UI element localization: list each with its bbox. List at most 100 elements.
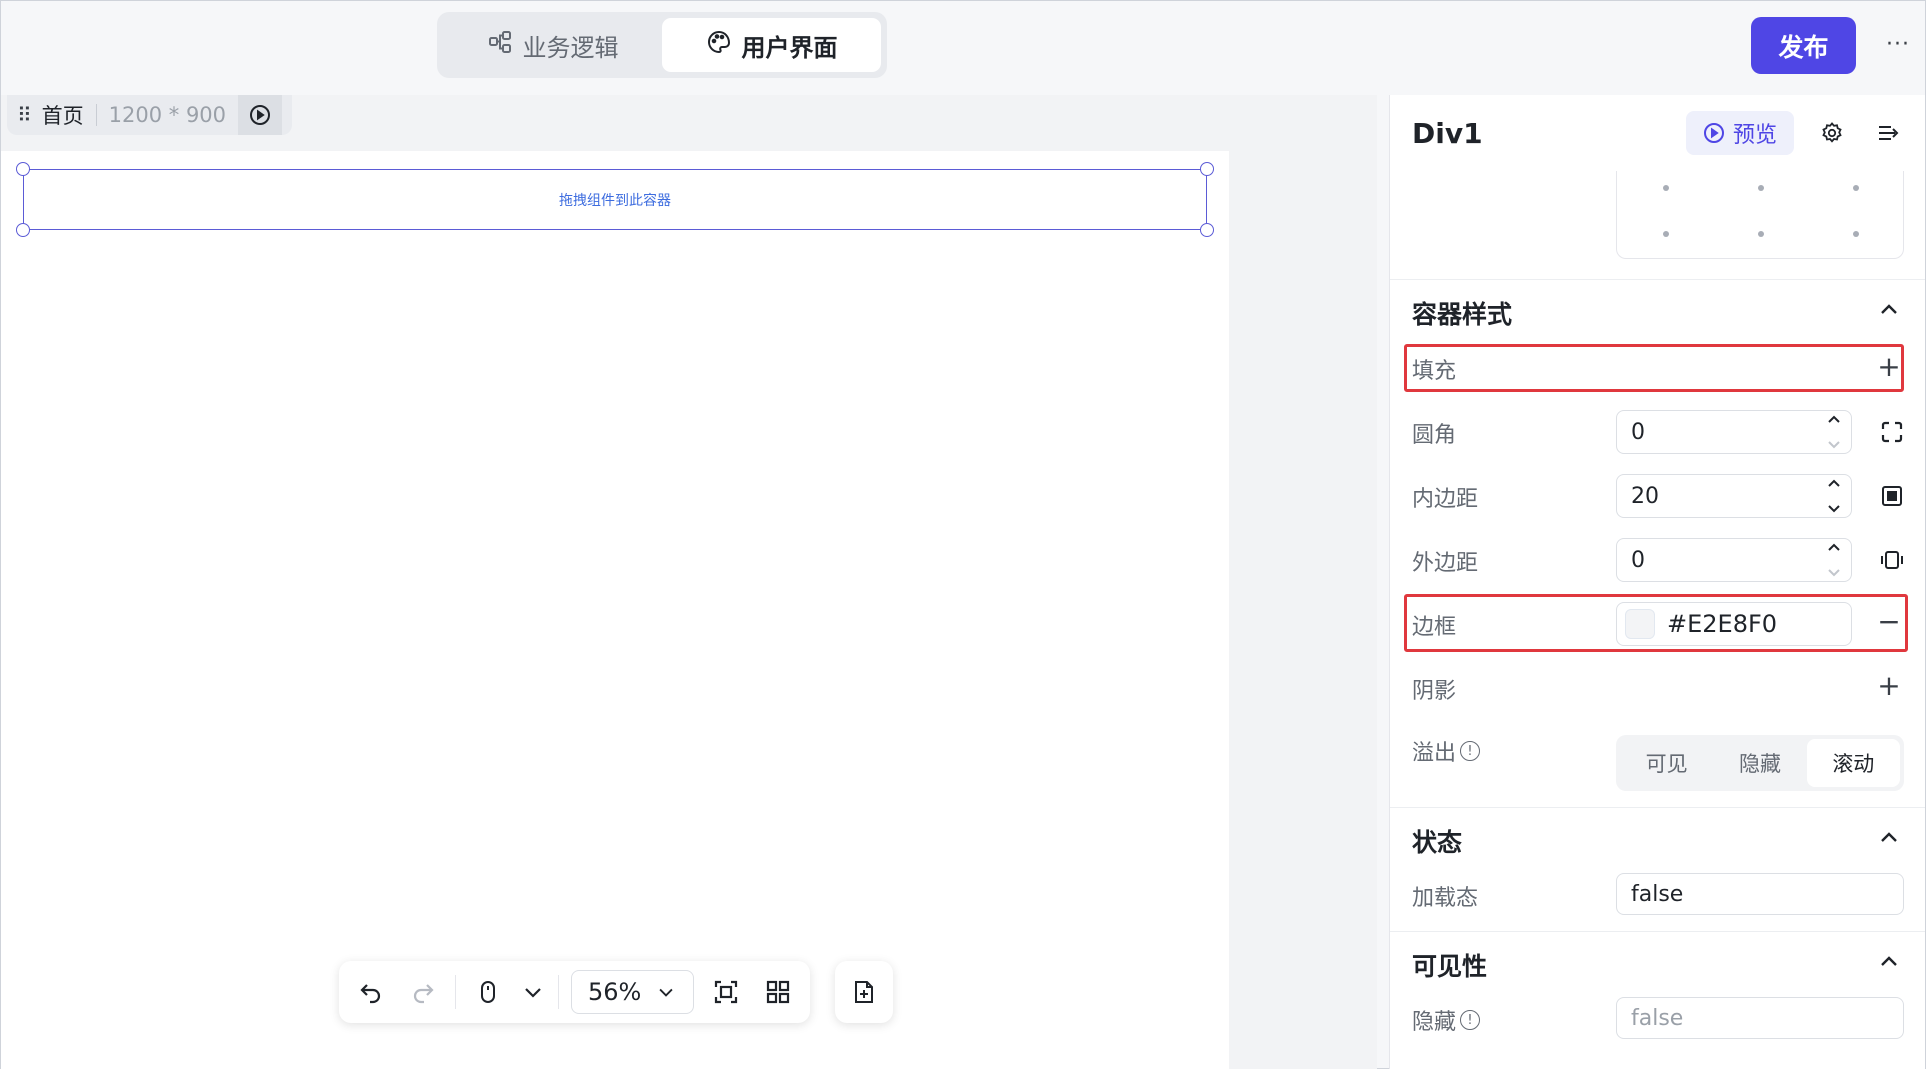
border-color-swatch[interactable] — [1625, 609, 1655, 639]
margin-label: 外边距 — [1412, 551, 1479, 576]
align-dot[interactable] — [1663, 185, 1669, 191]
fit-screen-icon — [715, 980, 738, 1004]
border-label: 边框 — [1412, 615, 1457, 640]
padding-stepper[interactable] — [1825, 478, 1843, 514]
toolbar-divider — [558, 975, 559, 1009]
section-divider — [1390, 931, 1925, 932]
chevron-up-icon[interactable] — [1875, 295, 1903, 323]
tab-user-interface-label: 用户界面 — [741, 33, 838, 62]
mouse-mode-dropdown[interactable] — [520, 972, 546, 1012]
overflow-label-text: 溢出 — [1412, 741, 1457, 766]
preview-label: 预览 — [1732, 123, 1777, 148]
info-icon[interactable]: ! — [1460, 741, 1481, 761]
padding-value: 20 — [1631, 483, 1659, 509]
margin-value: 0 — [1631, 547, 1645, 573]
add-fill-icon[interactable]: + — [1875, 353, 1903, 381]
grid-icon — [767, 980, 790, 1004]
panel-header: Div1 预览 — [1390, 95, 1925, 171]
mouse-icon — [481, 981, 495, 1003]
drop-hint: 拖拽组件到此容器 — [559, 192, 671, 209]
play-icon — [1703, 123, 1724, 143]
mode-switch: 业务逻辑 用户界面 — [437, 12, 887, 78]
align-dot[interactable] — [1663, 231, 1669, 237]
redo-icon — [413, 984, 434, 1004]
chevron-down-icon — [525, 988, 541, 998]
undo-icon — [360, 984, 381, 1004]
border-color-input[interactable]: #E2E8F0 — [1616, 602, 1852, 646]
section-title-container-style: 容器样式 — [1412, 300, 1513, 329]
align-dot[interactable] — [1758, 231, 1764, 237]
radius-label: 圆角 — [1412, 423, 1457, 448]
page-tab[interactable]: ⠿ 首页 1200 * 900 — [7, 95, 293, 135]
play-icon[interactable] — [238, 95, 283, 135]
publish-button[interactable]: 发布 — [1751, 17, 1856, 74]
corner-radius-icon[interactable] — [1879, 419, 1905, 445]
overflow-option-visible[interactable]: 可见 — [1620, 739, 1713, 787]
chevron-up-icon — [1828, 479, 1840, 487]
chevron-up-icon — [1828, 415, 1840, 423]
hidden-input[interactable]: false — [1616, 997, 1904, 1039]
canvas-area: ⠿ 首页 1200 * 900 — [1, 95, 1377, 1069]
toolbar-divider — [455, 975, 456, 1009]
mouse-mode-button[interactable] — [468, 972, 508, 1012]
fit-screen-button[interactable] — [706, 972, 746, 1012]
fill-label: 填充 — [1412, 359, 1457, 384]
overflow-option-scroll[interactable]: 滚动 — [1806, 739, 1900, 787]
overflow-segmented-control: 可见 隐藏 滚动 — [1616, 735, 1904, 791]
remove-border-icon[interactable]: − — [1875, 608, 1903, 636]
chevron-down-icon — [659, 988, 673, 997]
padding-input[interactable]: 20 — [1616, 474, 1852, 518]
resize-handle-top-left[interactable] — [16, 162, 30, 176]
tab-business-logic-label: 业务逻辑 — [522, 33, 619, 62]
add-shadow-icon[interactable]: + — [1875, 672, 1903, 700]
align-dot[interactable] — [1853, 185, 1859, 191]
palette-icon — [706, 29, 732, 61]
margin-input[interactable]: 0 — [1616, 538, 1852, 582]
tab-user-interface[interactable]: 用户界面 — [662, 18, 881, 72]
chevron-up-icon[interactable] — [1875, 947, 1903, 975]
section-title-state: 状态 — [1412, 828, 1463, 857]
more-options-icon[interactable]: ··· — [1881, 27, 1915, 61]
margin-icon[interactable] — [1879, 547, 1905, 573]
section-title-visibility: 可见性 — [1412, 952, 1488, 981]
alignment-grid[interactable] — [1616, 171, 1904, 259]
section-divider — [1390, 279, 1925, 280]
overflow-option-hidden[interactable]: 隐藏 — [1713, 739, 1806, 787]
add-page-toolbar — [835, 961, 893, 1023]
selected-container[interactable]: 拖拽组件到此容器 — [23, 169, 1207, 230]
page-tab-divider — [95, 104, 97, 126]
radius-input[interactable]: 0 — [1616, 410, 1852, 454]
section-divider — [1390, 807, 1925, 808]
radius-value: 0 — [1631, 419, 1645, 445]
zoom-select[interactable]: 56% — [571, 970, 695, 1014]
canvas-toolbar: 56% — [339, 961, 811, 1023]
redo-button[interactable] — [403, 972, 443, 1012]
collapse-panel-icon[interactable] — [1874, 119, 1902, 147]
align-dot[interactable] — [1758, 185, 1764, 191]
padding-icon[interactable] — [1879, 483, 1905, 509]
align-dot[interactable] — [1853, 231, 1859, 237]
undo-button[interactable] — [351, 972, 391, 1012]
radius-stepper[interactable] — [1825, 414, 1843, 450]
add-file-icon — [855, 981, 873, 1003]
preview-button[interactable]: 预览 — [1686, 111, 1794, 155]
resize-handle-bottom-right[interactable] — [1200, 223, 1214, 237]
resize-handle-top-right[interactable] — [1200, 162, 1214, 176]
shadow-label: 阴影 — [1412, 679, 1457, 704]
chevron-up-icon — [1828, 543, 1840, 551]
border-color-value: #E2E8F0 — [1667, 610, 1778, 638]
top-bar: 业务逻辑 用户界面 发布 ··· — [1, 1, 1925, 95]
resize-handle-bottom-left[interactable] — [16, 223, 30, 237]
info-icon[interactable]: ! — [1460, 1010, 1481, 1030]
chevron-up-icon[interactable] — [1875, 823, 1903, 851]
margin-stepper[interactable] — [1825, 542, 1843, 578]
components-button[interactable] — [758, 972, 798, 1012]
drag-handle-icon[interactable]: ⠿ — [17, 103, 32, 127]
gear-icon[interactable] — [1818, 119, 1846, 147]
loading-input[interactable]: false — [1616, 873, 1904, 915]
tab-business-logic[interactable]: 业务逻辑 — [443, 18, 662, 72]
page-size: 1200 * 900 — [108, 103, 227, 127]
add-page-button[interactable] — [844, 972, 884, 1012]
chevron-down-icon — [1828, 505, 1840, 513]
canvas-page[interactable] — [1, 151, 1229, 1069]
